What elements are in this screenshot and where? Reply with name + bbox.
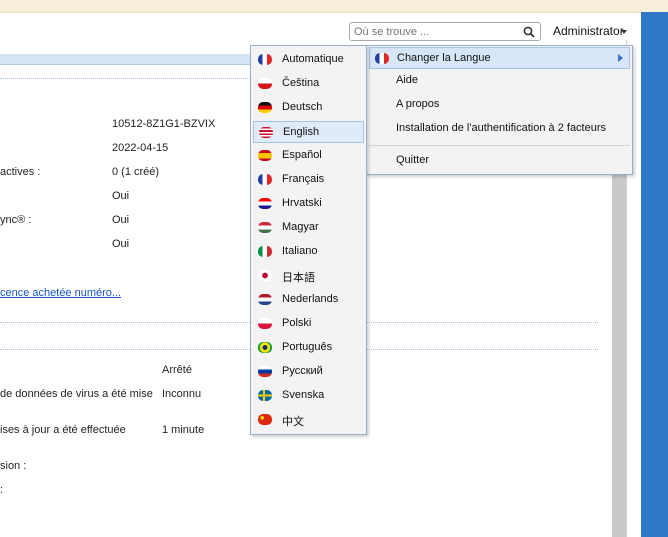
active-value: 0 (1 créé)	[112, 166, 160, 178]
language-item-english[interactable]: English	[253, 121, 364, 143]
sync-value: Oui	[112, 214, 130, 226]
brazil-flag-icon	[258, 342, 272, 353]
language-label: Русский	[282, 365, 323, 377]
search-icon[interactable]	[523, 26, 535, 38]
japan-flag-icon	[258, 270, 272, 281]
menu-item-quit[interactable]: Quitter	[369, 150, 630, 172]
language-label: Automatique	[282, 53, 344, 65]
language-label: Hrvatski	[282, 197, 322, 209]
language-label: Polski	[282, 317, 312, 329]
menu-item-label: Quitter	[396, 154, 430, 166]
language-label: Italiano	[282, 245, 318, 257]
account-menu: Changer la Langue Aide A propos Installa…	[366, 45, 633, 175]
menu-item-label: Aide	[396, 74, 419, 86]
language-label: Svenska	[282, 389, 325, 401]
search-input[interactable]	[350, 23, 514, 40]
language-item-hungarian[interactable]: Magyar	[253, 217, 364, 239]
virus-db-label: de données de virus a été mise	[0, 388, 153, 400]
language-label: 日本語	[282, 272, 315, 284]
menu-item-about[interactable]: A propos	[369, 94, 630, 116]
update-value: 1 minute	[162, 424, 205, 436]
language-item-automatic[interactable]: Automatique	[253, 49, 364, 71]
netherlands-flag-icon	[258, 294, 272, 305]
language-item-croatian[interactable]: Hrvatski	[253, 193, 364, 215]
france-flag-icon	[258, 54, 272, 65]
language-label: Čeština	[282, 77, 320, 89]
france-flag-icon	[258, 174, 272, 185]
hungary-flag-icon	[258, 222, 272, 233]
russia-flag-icon	[258, 366, 272, 377]
france-flag-icon	[375, 53, 389, 64]
language-label: Français	[282, 173, 325, 185]
language-label: Magyar	[282, 221, 319, 233]
menu-item-label: Installation de l'authentification à 2 f…	[396, 122, 607, 134]
virus-db-value: Inconnu	[162, 388, 202, 400]
language-item-swedish[interactable]: Svenska	[253, 385, 364, 407]
submenu-arrow-icon	[618, 54, 623, 62]
language-item-russian[interactable]: Русский	[253, 361, 364, 383]
language-label: Nederlands	[282, 293, 339, 305]
version-label: sion :	[0, 460, 27, 472]
language-item-french[interactable]: Français	[253, 169, 364, 191]
top-banner	[0, 0, 668, 13]
croatia-flag-icon	[258, 198, 272, 209]
language-menu: Automatique Čeština Deutsch English Espa…	[250, 45, 367, 435]
license-key-value: 10512-8Z1G1-BZVIX	[112, 118, 216, 130]
info-label: :	[0, 484, 4, 496]
menu-separator	[369, 145, 630, 146]
language-item-dutch[interactable]: Nederlands	[253, 289, 364, 311]
user-menu-button[interactable]: Administrator	[553, 24, 624, 38]
purchased-license-link[interactable]: cence achetée numéro...	[0, 287, 121, 299]
language-item-czech[interactable]: Čeština	[253, 73, 364, 95]
menu-item-label: A propos	[396, 98, 440, 110]
spain-flag-icon	[258, 150, 272, 161]
language-item-polish[interactable]: Polski	[253, 313, 364, 335]
germany-flag-icon	[258, 102, 272, 113]
status-value: Arrêté	[162, 364, 192, 376]
update-label: ises à jour a été effectuée	[0, 424, 126, 436]
poland-flag-icon	[258, 318, 272, 329]
language-label: English	[283, 126, 320, 138]
right-side-panel	[641, 12, 668, 537]
usa-flag-icon	[259, 127, 273, 138]
sweden-flag-icon	[258, 390, 272, 401]
language-item-chinese[interactable]: 中文	[253, 409, 364, 431]
menu-item-change-language[interactable]: Changer la Langue	[369, 47, 630, 69]
italy-flag-icon	[258, 246, 272, 257]
language-item-german[interactable]: Deutsch	[253, 97, 364, 119]
info-value: Oui	[112, 190, 130, 202]
china-flag-icon	[258, 414, 272, 425]
language-item-japanese[interactable]: 日本語	[253, 265, 364, 287]
search-box[interactable]	[349, 22, 541, 41]
language-label: Deutsch	[282, 101, 323, 113]
czech-flag-icon	[258, 78, 272, 89]
active-label: actives :	[0, 166, 41, 178]
sync-label: ync® :	[0, 214, 32, 226]
language-label: 中文	[282, 416, 304, 428]
language-item-italian[interactable]: Italiano	[253, 241, 364, 263]
info-value: Oui	[112, 238, 130, 250]
menu-item-label: Changer la Langue	[397, 52, 491, 64]
language-label: Español	[282, 149, 322, 161]
caret-down-icon[interactable]	[621, 30, 627, 34]
language-item-portuguese[interactable]: Português	[253, 337, 364, 359]
language-label: Português	[282, 341, 333, 353]
menu-item-2fa-setup[interactable]: Installation de l'authentification à 2 f…	[369, 118, 630, 140]
expiry-date-value: 2022-04-15	[112, 142, 169, 154]
menu-item-help[interactable]: Aide	[369, 70, 630, 92]
language-item-spanish[interactable]: Español	[253, 145, 364, 167]
